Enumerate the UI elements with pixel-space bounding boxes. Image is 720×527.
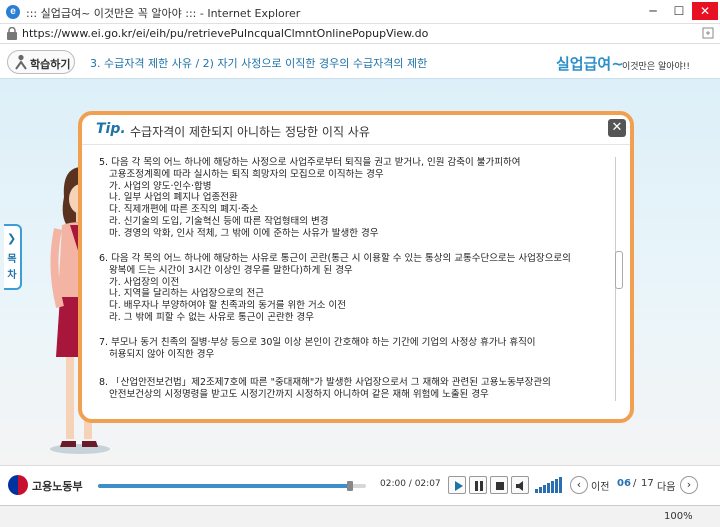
progress-fill xyxy=(98,484,350,488)
progress-track[interactable] xyxy=(98,481,366,491)
text-line: 가. 사업장의 이전 xyxy=(109,276,180,288)
text-line: 안전보건상의 시정명령을 받고도 시정기간까지 시정하지 아니하여 같은 재해 … xyxy=(109,388,489,400)
ie-logo-icon: e xyxy=(6,5,20,19)
logo-sub: 이것만은 알아야!! xyxy=(622,62,691,72)
text-line: 허용되지 않아 이직한 경우 xyxy=(109,348,215,360)
toc-char: 목 xyxy=(7,254,17,265)
maximize-button[interactable]: ☐ xyxy=(666,2,692,20)
text-line: 8. 「산업안전보건법」제2조제7호에 따른 "중대재해"가 발생한 사업장으로… xyxy=(99,377,551,388)
modal-close-button[interactable]: ✕ xyxy=(608,119,626,137)
next-page-button[interactable]: › xyxy=(680,476,698,494)
chevron-right-icon: › xyxy=(686,478,692,491)
text-line: 라. 신기술의 도입, 기술혁신 등에 따른 작업형태의 변경 xyxy=(109,215,329,227)
window-titlebar: e ::: 실업급여~ 이것만은 꼭 알아야 ::: - Internet Ex… xyxy=(0,0,720,24)
stop-button[interactable] xyxy=(490,476,508,494)
player-bar: 고용노동부 02:00 / 02:07 ‹ 이전 06 / 17 다음 › xyxy=(0,465,720,505)
scrollbar-thumb[interactable] xyxy=(615,251,623,289)
tip-modal: Tip. 수급자격이 제한되지 아니하는 정당한 이직 사유 ✕ 5. 다음 각… xyxy=(78,111,634,423)
toc-char: 차 xyxy=(7,270,17,281)
text-line: 다. 배우자나 부양하여야 할 친족과의 동거를 위한 거소 이전 xyxy=(109,300,346,312)
stop-icon xyxy=(496,482,504,490)
breadcrumb: 3. 수급자격 제한 사유 / 2) 자기 사정으로 이직한 경우의 수급자격의… xyxy=(90,57,428,70)
modal-title: 수급자격이 제한되지 아니하는 정당한 이직 사유 xyxy=(130,125,370,139)
speaker-icon xyxy=(516,481,523,491)
learn-button[interactable]: 학습하기 xyxy=(7,50,75,74)
person-reading-icon xyxy=(15,54,27,70)
volume-level-icon[interactable] xyxy=(535,477,563,493)
page-current: 06 xyxy=(617,478,631,489)
tip-label: Tip. xyxy=(96,121,126,137)
text-line: 마. 경영의 악화, 인사 적체, 그 밖에 이에 준하는 사유가 발생한 경우 xyxy=(109,227,379,239)
text-line: 나. 지역을 달리하는 사업장으로의 전근 xyxy=(109,288,264,300)
lesson-header: 학습하기 3. 수급자격 제한 사유 / 2) 자기 사정으로 이직한 경우의 … xyxy=(0,45,720,79)
modal-scrollbar[interactable] xyxy=(615,157,623,401)
prev-label[interactable]: 이전 xyxy=(591,478,609,493)
progress-knob[interactable] xyxy=(346,481,353,491)
address-url[interactable]: https://www.ei.go.kr/ei/eih/pu/retrieveP… xyxy=(22,27,428,40)
ministry-label: 고용노동부 xyxy=(32,480,83,493)
minimize-button[interactable]: ─ xyxy=(640,2,666,20)
security-report-icon[interactable] xyxy=(702,27,714,39)
section-6: 6. 다음 각 목의 어느 하나에 해당하는 사유로 통근이 곤란(통근 시 이… xyxy=(99,253,611,324)
play-icon xyxy=(455,481,463,491)
current-time: 02:00 xyxy=(380,479,406,489)
text-line: 5. 다음 각 목의 어느 하나에 해당하는 사정으로 사업주로부터 퇴직을 권… xyxy=(99,157,521,168)
total-time: 02:07 xyxy=(414,479,441,489)
logo-main: 실업급여~ xyxy=(556,55,624,73)
window-title: ::: 실업급여~ 이것만은 꼭 알아야 ::: - Internet Expl… xyxy=(26,7,301,20)
section-5: 5. 다음 각 목의 어느 하나에 해당하는 사정으로 사업주로부터 퇴직을 권… xyxy=(99,157,611,240)
text-line: 7. 부모나 동거 친족의 질병·부상 등으로 30일 이상 본인이 간호해야 … xyxy=(99,337,536,348)
mute-button[interactable] xyxy=(511,476,529,494)
text-line: 나. 일부 사업의 폐지나 업종전환 xyxy=(109,192,238,204)
text-line: 왕복에 드는 시간이 3시간 이상인 경우를 말한다)하게 된 경우 xyxy=(109,264,353,276)
time-display: 02:00 / 02:07 xyxy=(380,479,441,489)
pause-icon xyxy=(475,481,483,491)
play-button[interactable] xyxy=(448,476,466,494)
chevron-left-icon: ‹ xyxy=(576,478,582,491)
section-8: 8. 「산업안전보건법」제2조제7호에 따른 "중대재해"가 발생한 사업장으로… xyxy=(99,377,611,401)
text-line: 가. 사업의 양도·인수·합병 xyxy=(109,180,212,192)
modal-header: Tip. 수급자격이 제한되지 아니하는 정당한 이직 사유 ✕ xyxy=(82,115,630,145)
close-window-button[interactable]: ✕ xyxy=(692,2,718,20)
prev-page-button[interactable]: ‹ xyxy=(570,476,588,494)
address-bar[interactable]: https://www.ei.go.kr/ei/eih/pu/retrieveP… xyxy=(0,24,720,44)
text-line: 고용조정계획에 따라 실시하는 퇴직 희망자의 모집으로 이직하는 경우 xyxy=(109,168,384,180)
learn-label: 학습하기 xyxy=(30,58,71,71)
ministry-emblem-icon xyxy=(8,475,28,495)
lesson-stage: 학습하기 3. 수급자격 제한 사유 / 2) 자기 사정으로 이직한 경우의 … xyxy=(0,45,720,465)
page-separator: / xyxy=(633,478,637,489)
next-label[interactable]: 다음 xyxy=(657,478,675,493)
chevron-right-icon: ❯ xyxy=(7,232,17,245)
section-7: 7. 부모나 동거 친족의 질병·부상 등으로 30일 이상 본인이 간호해야 … xyxy=(99,337,611,361)
text-line: 6. 다음 각 목의 어느 하나에 해당하는 사유로 통근이 곤란(통근 시 이… xyxy=(99,253,571,264)
status-bar: 100% xyxy=(0,505,720,527)
text-line: 다. 직제개편에 따른 조직의 폐지·축소 xyxy=(109,204,259,216)
zoom-level[interactable]: 100% xyxy=(664,511,693,522)
page-total: 17 xyxy=(641,478,654,489)
pause-button[interactable] xyxy=(469,476,487,494)
lock-icon xyxy=(7,27,17,40)
text-line: 라. 그 밖에 피할 수 없는 사유로 통근이 곤란한 경우 xyxy=(109,311,314,323)
toc-tab[interactable]: ❯ 목 차 xyxy=(4,224,22,290)
modal-content: 5. 다음 각 목의 어느 하나에 해당하는 사정으로 사업주로부터 퇴직을 권… xyxy=(99,155,611,405)
